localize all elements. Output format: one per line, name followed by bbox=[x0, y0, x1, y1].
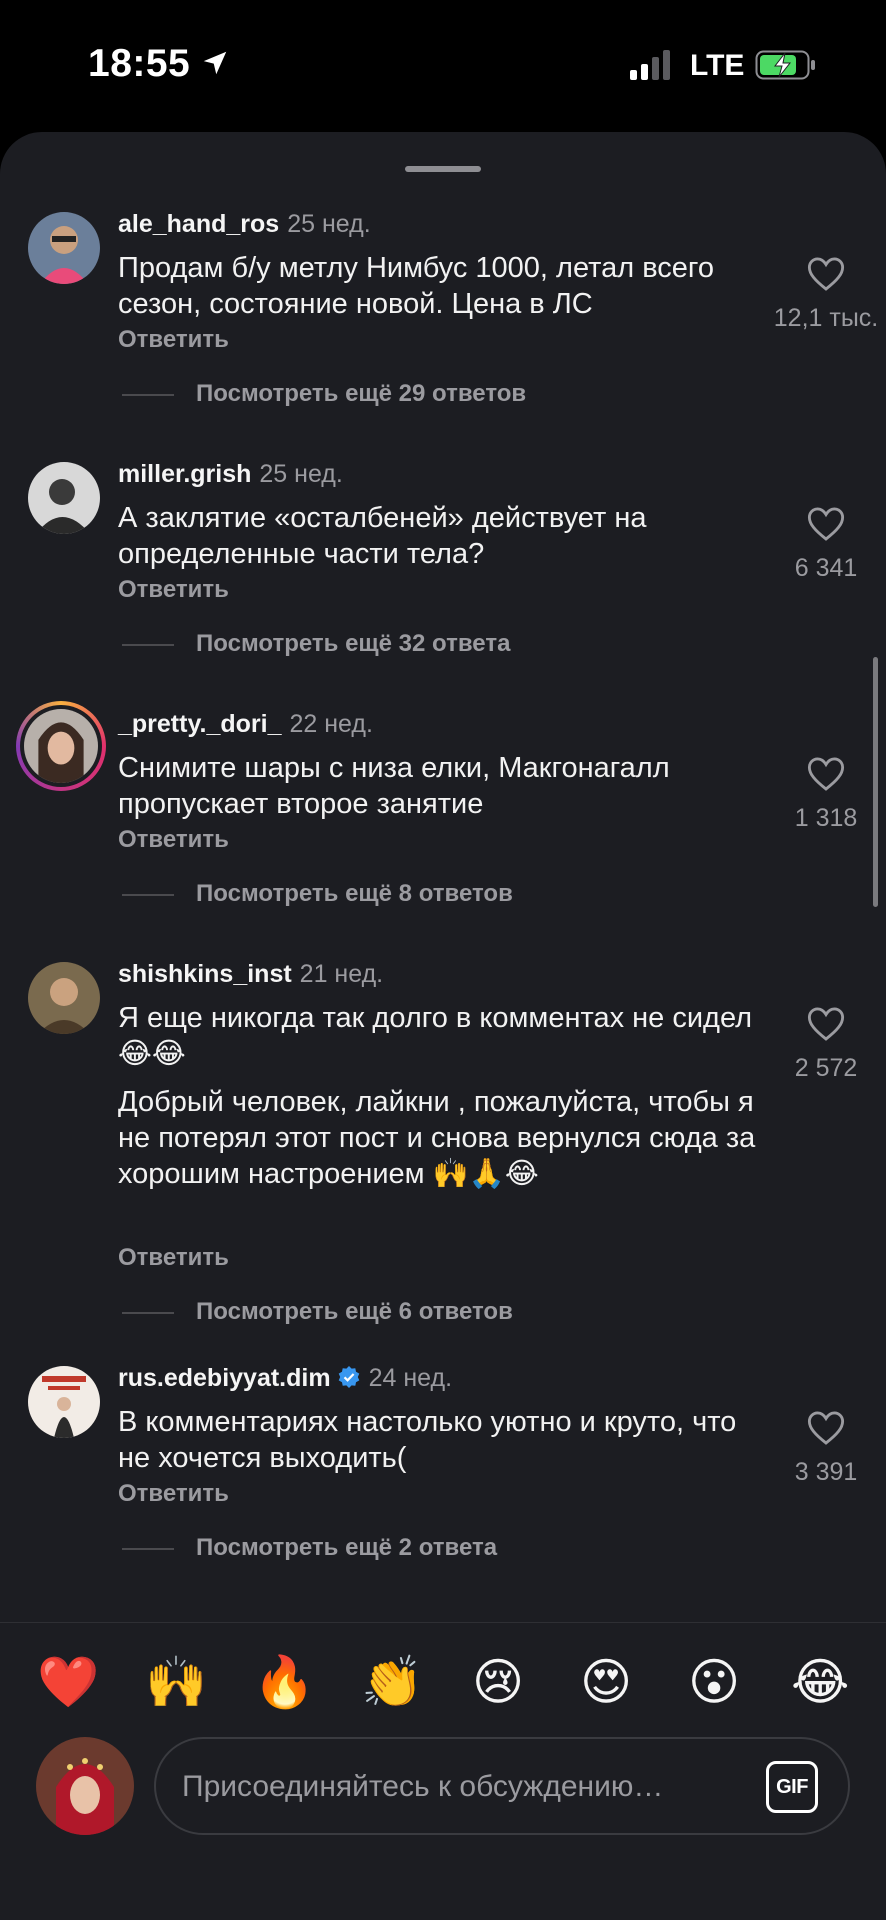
emoji-raised-hands[interactable]: 🙌 bbox=[145, 1653, 207, 1711]
avatar[interactable] bbox=[28, 462, 100, 534]
view-more-replies[interactable]: Посмотреть ещё 2 ответа bbox=[122, 1534, 497, 1562]
like-count: 2 572 bbox=[794, 1054, 858, 1082]
like-group: 3 391 bbox=[766, 1410, 886, 1487]
emoji-tears-of-joy[interactable]: 😂 bbox=[791, 1653, 849, 1711]
reply-button[interactable]: Ответить bbox=[118, 1480, 229, 1508]
comment-input[interactable] bbox=[182, 1757, 742, 1817]
reply-button[interactable]: Ответить bbox=[118, 826, 229, 854]
verified-badge-icon bbox=[338, 1366, 359, 1388]
comment-age: 24 нед. bbox=[368, 1364, 453, 1392]
avatar[interactable] bbox=[28, 962, 100, 1034]
comment-text: Я еще никогда так долго в комментах не с… bbox=[118, 1002, 753, 1070]
comment-text-continued: Добрый человек, лайкни , пожалуйста, что… bbox=[118, 1086, 756, 1190]
gif-button[interactable]: GIF bbox=[766, 1761, 818, 1813]
reply-button[interactable]: Ответить bbox=[118, 326, 229, 354]
network-type: LTE bbox=[690, 49, 745, 82]
comment-age: 25 нед. bbox=[287, 210, 371, 238]
view-more-replies[interactable]: Посмотреть ещё 32 ответа bbox=[122, 630, 510, 658]
view-more-replies-label: Посмотреть ещё 8 ответов bbox=[196, 880, 513, 907]
view-more-replies[interactable]: Посмотреть ещё 29 ответов bbox=[122, 380, 526, 408]
like-group: 2 572 bbox=[766, 1006, 886, 1083]
status-bar: 18:55 LTE bbox=[0, 0, 886, 130]
cellular-signal-icon bbox=[630, 50, 670, 80]
view-more-replies-label: Посмотреть ещё 29 ответов bbox=[196, 380, 527, 407]
heart-icon[interactable] bbox=[807, 1006, 845, 1042]
username[interactable]: shishkins_inst bbox=[118, 960, 292, 988]
heart-icon[interactable] bbox=[807, 256, 845, 292]
view-more-replies[interactable]: Посмотреть ещё 8 ответов bbox=[122, 880, 513, 908]
emoji-fire[interactable]: 🔥 bbox=[253, 1653, 315, 1711]
heart-icon[interactable] bbox=[807, 1410, 845, 1446]
location-arrow-icon bbox=[203, 51, 227, 75]
comment-header: rus.edebiyyat.dim 24 нед. bbox=[118, 1364, 452, 1393]
quick-emoji-bar: ❤️ 🙌 🔥 👏 😢 😍 😮 😂 bbox=[0, 1653, 886, 1723]
emoji-clapping-hands[interactable]: 👏 bbox=[361, 1653, 423, 1711]
emoji-heart-eyes[interactable]: 😍 bbox=[577, 1653, 635, 1711]
username[interactable]: rus.edebiyyat.dim bbox=[118, 1364, 331, 1392]
like-count: 12,1 тыс. bbox=[773, 304, 879, 332]
comment-text: Продам б/у метлу Нимбус 1000, летал всег… bbox=[118, 252, 714, 320]
like-group: 12,1 тыс. bbox=[766, 256, 886, 333]
like-count: 1 318 bbox=[794, 804, 858, 832]
comment-text: Снимите шары с низа елки, Макгонагалл пр… bbox=[118, 752, 670, 820]
reply-button[interactable]: Ответить bbox=[118, 576, 229, 604]
sheet-drag-handle[interactable] bbox=[405, 166, 481, 172]
username[interactable]: miller.grish bbox=[118, 460, 251, 488]
avatar[interactable] bbox=[28, 212, 100, 284]
comment-header: shishkins_inst 21 нед. bbox=[118, 960, 383, 989]
comment-composer: ❤️ 🙌 🔥 👏 😢 😍 😮 😂 GIF bbox=[0, 1622, 886, 1920]
comment-age: 25 нед. bbox=[259, 460, 343, 488]
reply-button[interactable]: Ответить bbox=[118, 1244, 229, 1272]
comment-text: В комментариях настолько уютно и круто, … bbox=[118, 1406, 737, 1474]
view-more-replies-label: Посмотреть ещё 32 ответа bbox=[196, 630, 511, 657]
view-more-replies[interactable]: Посмотреть ещё 6 ответов bbox=[122, 1298, 513, 1326]
status-time: 18:55 bbox=[88, 42, 191, 85]
heart-icon[interactable] bbox=[807, 506, 845, 542]
username[interactable]: _pretty._dori_ bbox=[118, 710, 281, 738]
story-ring[interactable] bbox=[16, 701, 106, 791]
username[interactable]: ale_hand_ros bbox=[118, 210, 279, 238]
comment-header: ale_hand_ros 25 нед. bbox=[118, 210, 371, 239]
comment-header: miller.grish 25 нед. bbox=[118, 460, 343, 489]
like-count: 6 341 bbox=[794, 554, 858, 582]
comment-header: _pretty._dori_ 22 нед. bbox=[118, 710, 373, 739]
comment-text: А заклятие «осталбеней» действует на опр… bbox=[118, 502, 647, 570]
emoji-red-heart[interactable]: ❤️ bbox=[37, 1653, 99, 1711]
emoji-surprised-face[interactable]: 😮 bbox=[685, 1653, 743, 1711]
heart-icon[interactable] bbox=[807, 756, 845, 792]
comment-age: 21 нед. bbox=[299, 960, 384, 988]
emoji-crying-face[interactable]: 😢 bbox=[469, 1653, 527, 1711]
avatar bbox=[24, 709, 98, 783]
comment-age: 22 нед. bbox=[289, 710, 373, 738]
like-group: 6 341 bbox=[766, 506, 886, 583]
comment-input-container: GIF bbox=[154, 1737, 850, 1835]
avatar[interactable] bbox=[28, 1366, 100, 1438]
like-group: 1 318 bbox=[766, 756, 886, 833]
view-more-replies-label: Посмотреть ещё 6 ответов bbox=[196, 1298, 513, 1325]
like-count: 3 391 bbox=[794, 1458, 858, 1486]
current-user-avatar bbox=[36, 1737, 134, 1835]
battery-charging-icon bbox=[755, 50, 815, 80]
view-more-replies-label: Посмотреть ещё 2 ответа bbox=[196, 1534, 498, 1561]
